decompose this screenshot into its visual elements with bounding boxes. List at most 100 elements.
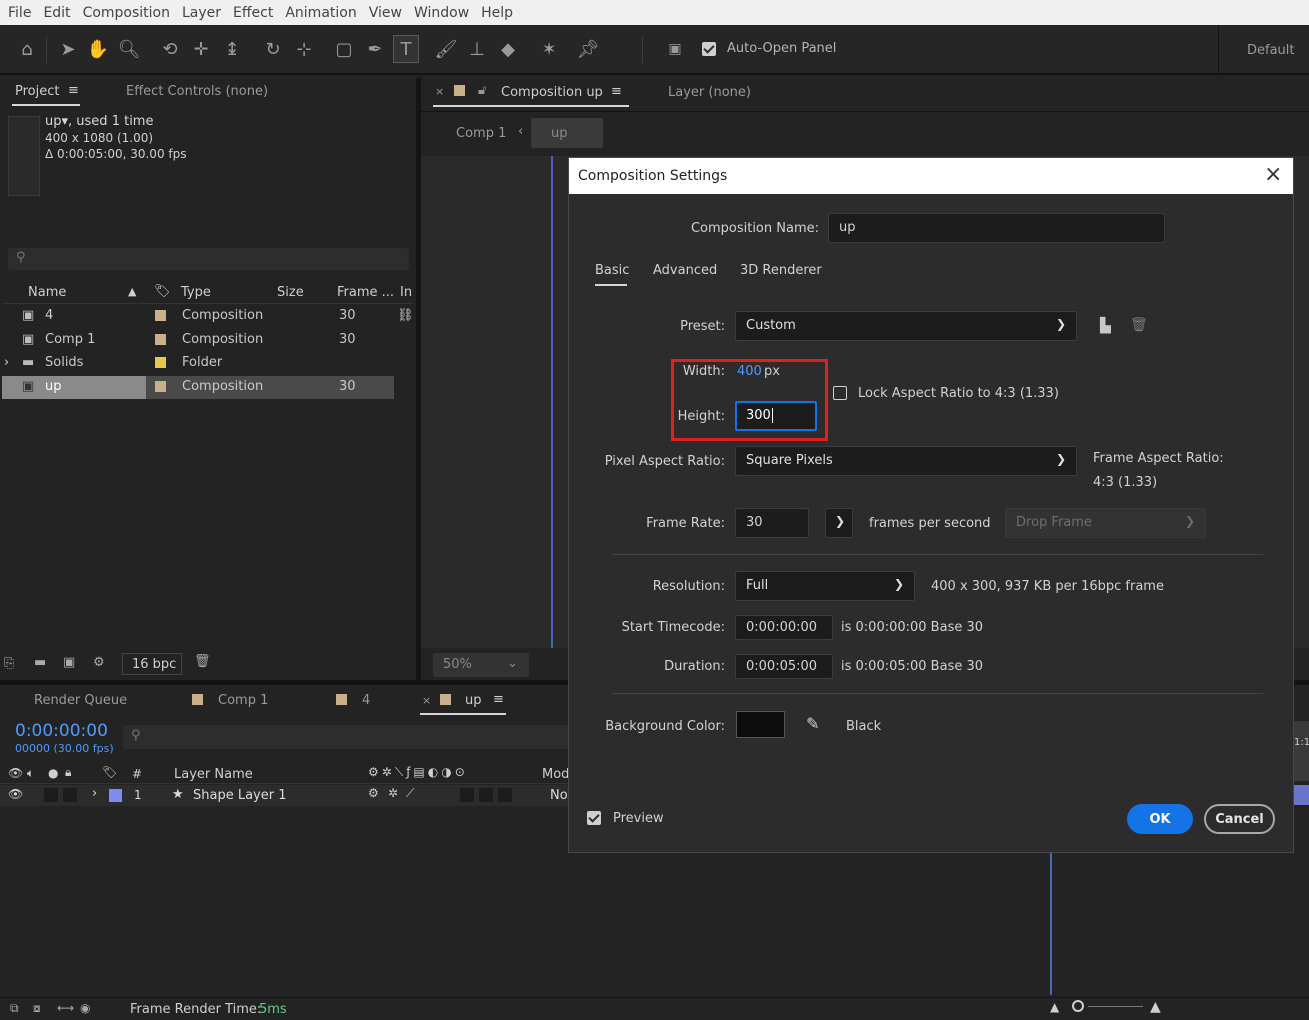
shy-switch-icon[interactable]: ⚙	[368, 786, 379, 800]
pan-tool-icon[interactable]: ✛	[188, 35, 214, 63]
timeline-layer-row[interactable]: 👁︎ › 1 ★ Shape Layer 1 ⚙ ✲ ⟋ No	[0, 785, 570, 806]
layer-label-color[interactable]	[109, 789, 122, 802]
label-color-swatch[interactable]	[155, 357, 166, 372]
resolution-dropdown[interactable]: Full ❯	[735, 571, 915, 601]
label-tag-icon[interactable]: 🏷︎	[102, 765, 117, 779]
lock-switch[interactable]	[63, 788, 77, 802]
anchor-tool-icon[interactable]: ⊹	[291, 35, 317, 63]
menu-animation[interactable]: Animation	[279, 5, 362, 21]
graph-editor-icon[interactable]: ◉	[80, 1001, 90, 1015]
rotate-tool-icon[interactable]: ↻	[260, 35, 286, 63]
audio-icon[interactable]: 🔈︎	[27, 766, 34, 781]
switch-box[interactable]	[498, 788, 512, 802]
menu-help[interactable]: Help	[475, 5, 519, 21]
timeline-search-input[interactable]: ⚲	[123, 725, 573, 749]
auto-open-checkbox[interactable]	[702, 42, 716, 56]
current-time-indicator[interactable]	[1050, 853, 1052, 995]
drop-frame-dropdown[interactable]: Drop Frame ❯	[1005, 508, 1206, 538]
label-color-swatch[interactable]	[155, 334, 166, 349]
panel-menu-icon[interactable]: ≡	[493, 692, 504, 707]
project-item-up[interactable]: ▣ up Composition 30	[2, 376, 394, 399]
col-in[interactable]: In	[400, 285, 412, 300]
clone-stamp-icon[interactable]: ⊥	[464, 35, 490, 63]
tab-up[interactable]: up	[465, 693, 482, 708]
tab-3d-renderer[interactable]: 3D Renderer	[740, 263, 822, 278]
sort-up-icon[interactable]: ▲	[128, 285, 136, 298]
zoom-dropdown[interactable]: 50% ⌄	[433, 653, 529, 677]
panel-toggle-icon[interactable]: ▣	[662, 35, 688, 63]
workspace-default[interactable]: Default	[1247, 43, 1295, 58]
menu-layer[interactable]: Layer	[176, 5, 227, 21]
zoom-slider-handle[interactable]	[1072, 1000, 1084, 1012]
frame-rate-input[interactable]: 30	[735, 508, 809, 538]
ok-button[interactable]: OK	[1127, 804, 1193, 834]
eye-icon[interactable]: 👁︎	[8, 787, 23, 801]
tab-4[interactable]: 4	[362, 693, 370, 708]
panel-menu-icon[interactable]: ≡	[68, 83, 79, 98]
close-icon[interactable]: ×	[1264, 162, 1282, 187]
switch-box[interactable]	[460, 788, 474, 802]
project-item-solids[interactable]: › ▬ Solids Folder	[2, 352, 394, 375]
background-color-swatch[interactable]	[736, 711, 785, 738]
selection-tool-icon[interactable]: ➤	[55, 35, 81, 63]
orbit-tool-icon[interactable]: ⟲	[157, 35, 183, 63]
height-input[interactable]: 300	[735, 401, 817, 431]
save-preset-icon[interactable]: ▙	[1100, 318, 1111, 334]
col-frame[interactable]: Frame ...	[337, 285, 394, 300]
breadcrumb-comp1[interactable]: Comp 1	[456, 126, 506, 141]
menu-edit[interactable]: Edit	[37, 5, 76, 21]
tab-effect-controls[interactable]: Effect Controls (none)	[126, 84, 268, 99]
close-tab-icon[interactable]: ×	[422, 694, 431, 707]
duration-input[interactable]: 0:00:05:00	[735, 654, 833, 679]
menu-composition[interactable]: Composition	[77, 5, 176, 21]
brush-tool-icon[interactable]: 🖌︎	[433, 35, 459, 63]
eye-icon[interactable]: 👁︎	[8, 766, 23, 780]
col-size[interactable]: Size	[277, 285, 304, 300]
project-item-comp1[interactable]: ▣ Comp 1 Composition 30	[2, 329, 394, 352]
zoom-slider-track[interactable]	[1088, 1006, 1143, 1007]
collapse-switch-icon[interactable]: ✲	[388, 786, 398, 800]
label-color-swatch[interactable]	[155, 310, 166, 325]
interpret-footage-icon[interactable]: ⎘	[4, 656, 14, 671]
layer-name[interactable]: Shape Layer 1	[193, 788, 287, 803]
lock-aspect-checkbox[interactable]	[833, 386, 847, 400]
solo-switch[interactable]	[44, 788, 58, 802]
preview-checkbox[interactable]	[587, 811, 601, 825]
col-layer-name[interactable]: Layer Name	[174, 767, 253, 782]
expand-arrow-icon[interactable]: ›	[4, 355, 9, 370]
panel-menu-icon[interactable]: ≡	[611, 84, 622, 99]
tab-project[interactable]: Project	[15, 84, 59, 99]
puppet-pin-icon[interactable]: 📌︎	[575, 35, 601, 63]
home-icon[interactable]: ⌂	[14, 35, 40, 63]
eyedropper-icon[interactable]: ✎	[806, 714, 819, 733]
project-settings-icon[interactable]: ⚙	[93, 655, 105, 670]
pen-tool-icon[interactable]: ✒	[362, 35, 388, 63]
new-composition-icon[interactable]: ▣	[63, 655, 75, 670]
col-mode[interactable]: Mod	[542, 767, 569, 782]
solo-icon[interactable]: ●	[48, 766, 58, 780]
menu-file[interactable]: File	[0, 5, 37, 21]
label-color-swatch[interactable]	[155, 381, 166, 396]
toggle-switches-icon[interactable]: ⧇	[33, 1001, 41, 1016]
layer-mode[interactable]: No	[550, 788, 568, 803]
col-name[interactable]: Name	[28, 285, 66, 300]
expand-arrow-icon[interactable]: ›	[92, 786, 97, 801]
dolly-tool-icon[interactable]: ↨	[219, 35, 245, 63]
tab-composition-up[interactable]: Composition up	[501, 85, 603, 100]
comp-name-input[interactable]: up	[828, 213, 1165, 243]
zoom-tool-icon[interactable]: 🔍︎	[116, 35, 142, 63]
type-tool-icon[interactable]: T	[393, 35, 419, 63]
frame-rate-dropdown[interactable]: ❯	[825, 508, 853, 538]
label-tag-icon[interactable]: 🏷︎	[154, 284, 171, 299]
tab-render-queue[interactable]: Render Queue	[34, 693, 127, 708]
pixel-aspect-dropdown[interactable]: Square Pixels ❯	[735, 446, 1077, 476]
preset-dropdown[interactable]: Custom ❯	[735, 311, 1077, 341]
menu-view[interactable]: View	[363, 5, 408, 21]
tab-comp1[interactable]: Comp 1	[218, 693, 268, 708]
new-folder-icon[interactable]: ▬	[34, 655, 46, 670]
comp-flowchart-icon[interactable]: ⧉	[10, 1001, 19, 1016]
toggle-modes-icon[interactable]: ⟷	[57, 1001, 74, 1015]
start-timecode-input[interactable]: 0:00:00:00	[735, 615, 833, 640]
rectangle-tool-icon[interactable]: ▢	[331, 35, 357, 63]
tab-layer-none[interactable]: Layer (none)	[668, 85, 751, 100]
